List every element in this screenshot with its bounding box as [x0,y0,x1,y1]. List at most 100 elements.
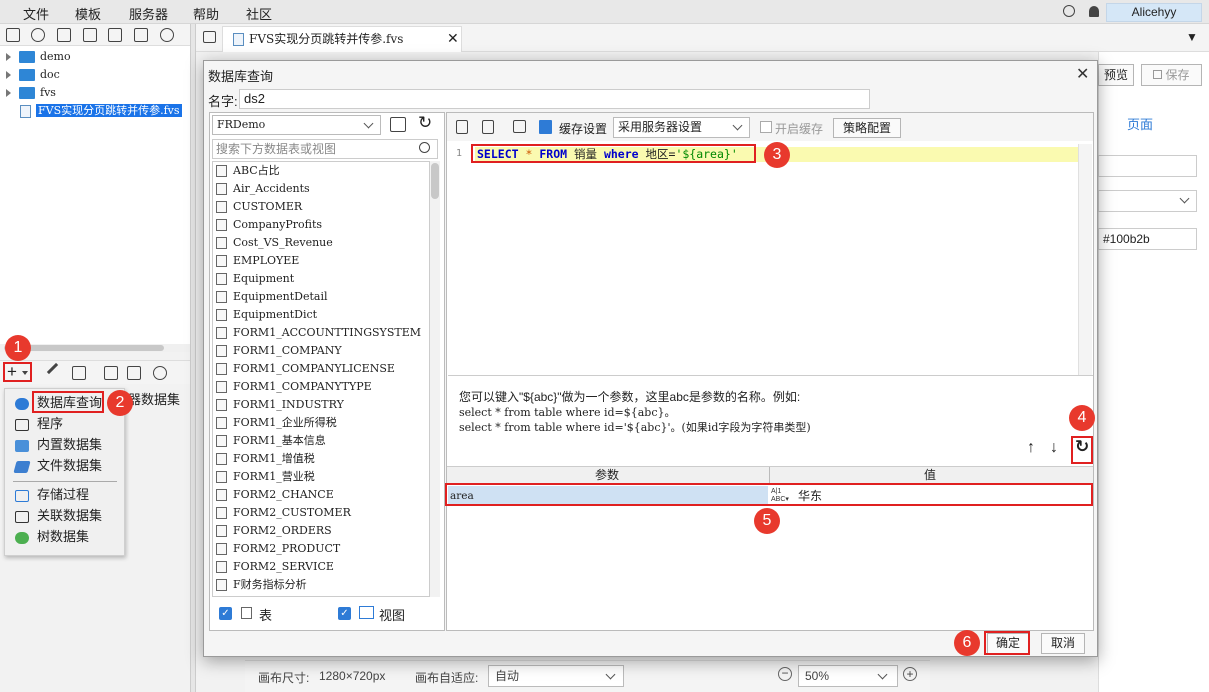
table-list-item[interactable]: FORM1_INDUSTRY [213,396,429,414]
table-list-item[interactable]: FORM1_企业所得税 [213,414,429,432]
parameter-icon[interactable] [127,366,141,380]
menu-file[interactable]: 文件 [23,4,49,23]
splitter[interactable] [190,24,196,692]
fvs-file-icon [20,104,31,118]
table-list-item[interactable]: FORM2_CUSTOMER [213,504,429,522]
move-up-icon[interactable]: ↑ [1027,439,1035,457]
folder-icon [19,51,35,64]
table-list-item[interactable]: FORM2_PRODUCT [213,540,429,558]
edit-icon[interactable] [46,362,59,375]
sql-format-icon[interactable] [513,120,526,133]
preview-dataset-icon[interactable] [104,366,118,380]
lock-icon[interactable] [83,28,97,42]
table-list-item[interactable]: CompanyProfits [213,216,429,234]
sql-scrollbar[interactable] [1078,144,1092,375]
table-list-item[interactable]: EquipmentDict [213,306,429,324]
copy-icon[interactable] [134,28,148,42]
locate-icon[interactable] [160,28,174,42]
table-list-item[interactable]: FORM1_COMPANYTYPE [213,378,429,396]
menu-item-procedure[interactable]: 存储过程 [15,485,89,505]
zoom-out-icon[interactable]: − [778,667,792,681]
sql-editor[interactable]: 1 SELECT * FROM 销量 where 地区='${area}' [448,144,1093,376]
property-input[interactable] [1098,155,1197,177]
menu-help[interactable]: 帮助 [193,4,219,23]
cache-setting-label[interactable]: 缓存设置 [559,120,607,137]
zoom-in-icon[interactable]: + [903,667,917,681]
close-icon[interactable]: ✕ [1076,64,1089,84]
table-list-item[interactable]: FORM2_SERVICE [213,558,429,576]
manage-connection-icon[interactable] [390,117,406,132]
print-icon[interactable] [482,120,494,134]
table-list-item[interactable]: ABC占比 [213,162,429,180]
name-input[interactable]: ds2 [239,89,870,109]
move-down-icon[interactable]: ↓ [1050,439,1058,457]
table-list-item[interactable]: FORM2_CHANCE [213,486,429,504]
property-select[interactable] [1098,190,1197,212]
enable-cache-checkbox[interactable] [760,121,772,133]
tab-list-icon[interactable] [203,31,216,43]
tab-page[interactable]: 页面 [1127,114,1153,133]
table-name: FORM2_CHANCE [233,488,334,501]
preview-icon[interactable] [456,120,468,134]
table-search-input[interactable]: 搜索下方数据表或视图 [212,139,438,159]
menu-server[interactable]: 服务器 [129,4,168,23]
menu-item-builtin[interactable]: 内置数据集 [15,435,102,455]
menu-item-relation[interactable]: 关联数据集 [15,506,102,526]
highlight-param-row [445,483,1093,506]
user-name[interactable]: Alicehyy [1106,3,1202,22]
menu-item-file[interactable]: 文件数据集 [13,456,102,476]
tree-node-doc[interactable]: doc [6,66,60,84]
file-toolbar [0,24,190,46]
table-checkbox[interactable]: ✓ [219,607,232,620]
zoom-select[interactable]: 50% [798,665,898,687]
table-list-item[interactable]: EMPLOYEE [213,252,429,270]
tree-node-fvs[interactable]: fvs [6,84,56,102]
properties-icon[interactable] [57,28,71,42]
refresh-icon[interactable]: ↻ [418,113,432,133]
menu-template[interactable]: 模板 [75,4,101,23]
cancel-button[interactable]: 取消 [1041,633,1085,654]
strategy-button[interactable]: 策略配置 [833,118,901,138]
color-input[interactable]: #100b2b [1098,228,1197,250]
delete-icon[interactable] [108,28,122,42]
canvas-size[interactable]: 1280×720px [319,669,385,683]
dataset-type-menu: 数据库查询 程序 内置数据集 文件数据集 存储过程 关联数据集 树数据集 [4,388,125,556]
new-file-icon[interactable] [6,28,20,42]
table-list-item[interactable]: FORM1_COMPANYLICENSE [213,360,429,378]
table-list-item[interactable]: Equipment [213,270,429,288]
bell-icon[interactable] [1089,6,1099,17]
menu-more-icon[interactable]: ▼ [1186,30,1198,44]
table-list-item[interactable]: CUSTOMER [213,198,429,216]
refresh-icon[interactable] [31,28,45,42]
search-icon[interactable] [419,142,430,153]
view-checkbox[interactable]: ✓ [338,607,351,620]
connection-select[interactable]: FRDemo [212,115,381,135]
table-list-item[interactable]: FORM1_基本信息 [213,432,429,450]
table-list-item[interactable]: FORM1_增值税 [213,450,429,468]
table-list-item[interactable]: EquipmentDetail [213,288,429,306]
list-scrollbar[interactable] [430,161,440,597]
save-button[interactable]: 保存 [1141,64,1202,86]
table-list-item[interactable]: FORM1_ACCOUNTTINGSYSTEM [213,324,429,342]
highlight-ok [984,631,1030,655]
search-icon[interactable] [1063,5,1075,17]
menu-community[interactable]: 社区 [246,4,272,23]
tree-node-demo[interactable]: demo [6,48,71,66]
table-list-item[interactable]: F财务指标分析 [213,576,429,594]
adapt-select[interactable]: 自动 [488,665,624,687]
menu-item-program[interactable]: 程序 [15,414,63,434]
table-list-item[interactable]: FORM1_COMPANY [213,342,429,360]
table-list-item[interactable]: FORM2_ORDERS [213,522,429,540]
table-icon [241,607,252,619]
delete-dataset-icon[interactable] [72,366,86,380]
table-list-item[interactable]: Air_Accidents [213,180,429,198]
close-tab-icon[interactable]: ✕ [447,27,459,51]
preview-button[interactable]: 预览 [1098,64,1134,86]
tree-node-file[interactable]: FVS实现分页跳转并传参.fvs [20,102,182,120]
table-list-item[interactable]: FORM1_营业税 [213,468,429,486]
cache-select[interactable]: 采用服务器设置 [613,117,750,138]
table-list-item[interactable]: Cost_VS_Revenue [213,234,429,252]
tab-fvs-file[interactable]: FVS实现分页跳转并传参.fvs ✕ [222,26,462,52]
menu-item-tree[interactable]: 树数据集 [15,527,89,547]
database-icon[interactable] [153,366,167,380]
